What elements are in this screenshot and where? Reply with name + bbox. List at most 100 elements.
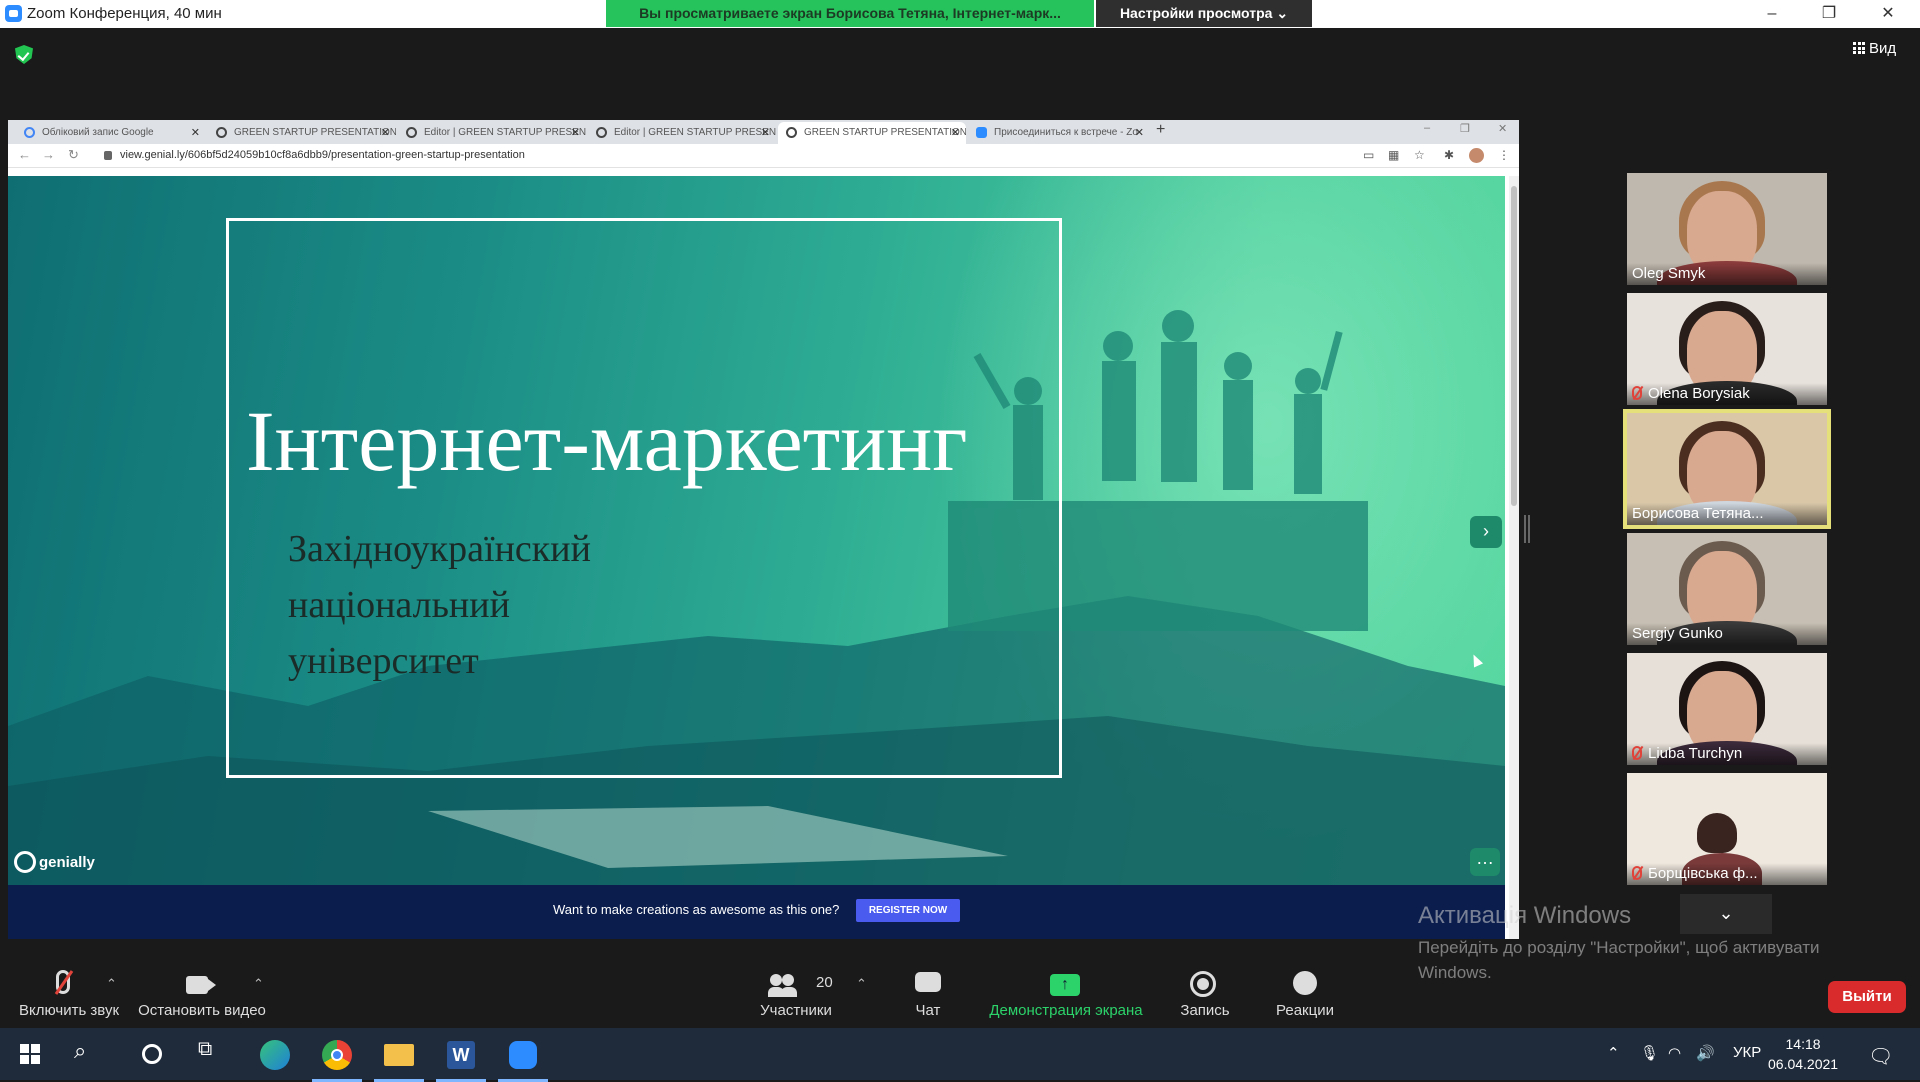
windows-start-icon[interactable]	[20, 1044, 40, 1064]
muted-mic-icon	[1632, 746, 1642, 760]
participants-options-caret-icon[interactable]: ⌃	[856, 976, 867, 992]
next-slide-button[interactable]: ›	[1470, 516, 1502, 548]
record-button[interactable]: Запись	[1168, 968, 1242, 1019]
edge-icon[interactable]	[258, 1038, 292, 1072]
participant-tile[interactable]: Sergiy Gunko	[1627, 533, 1827, 645]
tray-overflow-icon[interactable]: ⌃	[1607, 1044, 1620, 1062]
participant-tile[interactable]: Oleg Smyk	[1627, 173, 1827, 285]
tab-title: Обліковий запис Google	[42, 127, 154, 138]
chat-bubble-icon	[915, 972, 941, 992]
participant-tile-active-speaker[interactable]: Борисова Тетяна...	[1623, 409, 1831, 529]
participant-name: Oleg Smyk	[1627, 263, 1827, 285]
view-options-label: Настройки просмотра	[1119, 5, 1273, 21]
notifications-icon[interactable]: 🗨	[1868, 1044, 1893, 1069]
genially-icon	[406, 127, 417, 138]
tab-close-icon[interactable]: ✕	[191, 122, 200, 144]
record-icon	[1190, 971, 1216, 997]
reactions-button[interactable]: Реакции	[1266, 968, 1344, 1019]
task-view-icon[interactable]: ⧉	[198, 1038, 232, 1072]
browser-tab-active[interactable]: GREEN STARTUP PRESENTATION ✕	[778, 122, 966, 144]
view-options-button[interactable]: Настройки просмотра ⌄	[1096, 0, 1312, 27]
register-now-button[interactable]: REGISTER NOW	[856, 899, 960, 922]
tab-close-icon[interactable]: ✕	[1135, 122, 1144, 144]
participant-name-text: Liuba Turchyn	[1648, 745, 1743, 762]
gallery-scroll-down-button[interactable]: ⌄	[1680, 894, 1772, 934]
cortana-ring	[142, 1044, 162, 1064]
security-shield-icon[interactable]	[15, 45, 33, 64]
microphone-tray-icon[interactable]: 🎙	[1640, 1044, 1659, 1062]
windows-activation-title: Активація Windows	[1418, 902, 1632, 929]
stop-video-button[interactable]: Остановить видео	[136, 968, 268, 1019]
participant-hair	[1697, 813, 1737, 853]
forward-arrow-icon[interactable]: →	[42, 147, 55, 162]
gallery-resize-handle[interactable]	[1524, 515, 1530, 543]
participants-button[interactable]: 20 Участники	[748, 968, 844, 1019]
folder-shape	[384, 1044, 414, 1066]
tab-close-icon[interactable]: ✕	[761, 122, 770, 144]
slide-subtitle: Західноукраїнский національний університ…	[288, 521, 591, 689]
tab-close-icon[interactable]: ✕	[381, 122, 390, 144]
scrollbar-thumb[interactable]	[1511, 186, 1517, 506]
slide-title: Інтернет-маркетинг	[246, 393, 968, 489]
view-button[interactable]: Вид	[1853, 40, 1896, 57]
system-clock[interactable]: 14:18 06.04.2021	[1768, 1034, 1838, 1074]
browser-tab[interactable]: Присоединиться к встрече - Zo ✕	[968, 122, 1150, 144]
zoom-taskbar-icon[interactable]	[498, 1038, 548, 1082]
close-button[interactable]: ✕	[1868, 2, 1908, 26]
chat-button[interactable]: Чат	[898, 968, 958, 1019]
participant-name-text: Sergiy Gunko	[1632, 625, 1723, 642]
presentation-slide: Інтернет-маркетинг Західноукраїнский нац…	[8, 176, 1505, 885]
browser-tab[interactable]: Обліковий запис Google ✕	[16, 122, 206, 144]
zoom-app-icon	[5, 5, 22, 22]
bookmark-star-icon[interactable]: ☆	[1414, 148, 1425, 162]
chrome-icon[interactable]	[312, 1038, 362, 1082]
browser-tab[interactable]: Editor | GREEN STARTUP PRESEN ✕	[588, 122, 776, 144]
cast-icon[interactable]: ▭	[1363, 148, 1374, 162]
audio-options-caret-icon[interactable]: ⌃	[106, 976, 117, 992]
qr-icon[interactable]: ▦	[1388, 148, 1399, 162]
clock-date: 06.04.2021	[1768, 1056, 1839, 1072]
participant-name-text: Olena Borysiak	[1648, 385, 1750, 402]
participant-name: Борисова Тетяна...	[1627, 503, 1827, 525]
more-options-button[interactable]: …	[1470, 848, 1500, 876]
participant-tile[interactable]: Борщівська ф...	[1627, 773, 1827, 885]
profile-avatar[interactable]	[1469, 148, 1484, 163]
input-language[interactable]: УКР	[1733, 1044, 1761, 1061]
participant-tile[interactable]: Liuba Turchyn	[1627, 653, 1827, 765]
network-icon[interactable]: ◠	[1668, 1044, 1681, 1062]
browser-tab[interactable]: GREEN STARTUP PRESENTATION ✕	[208, 122, 396, 144]
browser-minimize-button[interactable]: –	[1424, 122, 1430, 134]
stop-video-label: Остановить видео	[138, 1002, 266, 1019]
url-field[interactable]: view.genial.ly/606bf5d24059b10cf8a6dbb9/…	[120, 149, 525, 161]
new-tab-button[interactable]: +	[1156, 121, 1165, 139]
genially-icon	[786, 127, 797, 138]
share-screen-button[interactable]: ↑ Демонстрация экрана	[986, 968, 1146, 1019]
reload-icon[interactable]: ↻	[68, 147, 79, 163]
share-screen-icon: ↑	[1050, 974, 1080, 996]
genially-logo[interactable]: genially	[14, 851, 95, 873]
tab-close-icon[interactable]: ✕	[951, 122, 960, 144]
leave-meeting-button[interactable]: Выйти	[1828, 981, 1906, 1013]
search-icon[interactable]: ⌕	[74, 1038, 108, 1072]
participant-tile[interactable]: Olena Borysiak	[1627, 293, 1827, 405]
browser-close-button[interactable]: ✕	[1498, 122, 1507, 135]
google-icon	[24, 127, 35, 138]
minimize-button[interactable]: –	[1752, 2, 1792, 26]
page-scrollbar[interactable]	[1509, 176, 1519, 939]
restore-button[interactable]: ❐	[1809, 2, 1849, 26]
subtitle-line: Західноукраїнский	[288, 528, 591, 570]
file-explorer-icon[interactable]	[374, 1038, 424, 1082]
back-arrow-icon[interactable]: ←	[18, 147, 31, 162]
browser-tab[interactable]: Editor | GREEN STARTUP PRESEN ✕	[398, 122, 586, 144]
edge-logo	[260, 1040, 290, 1070]
windows-taskbar: ⌕ ⧉ W ⌃ 🎙 ◠ 🔊 УКР 14:18 06.04.2021 🗨	[0, 1028, 1920, 1082]
browser-restore-button[interactable]: ❐	[1460, 122, 1470, 135]
kebab-menu-icon[interactable]: ⋮	[1498, 148, 1510, 162]
chat-label: Чат	[915, 1002, 941, 1019]
cortana-icon[interactable]	[136, 1038, 170, 1072]
word-icon[interactable]: W	[436, 1038, 486, 1082]
volume-icon[interactable]: 🔊	[1696, 1044, 1715, 1062]
extensions-icon[interactable]: ✱	[1444, 148, 1454, 162]
video-options-caret-icon[interactable]: ⌃	[253, 976, 264, 992]
tab-close-icon[interactable]: ✕	[571, 122, 580, 144]
